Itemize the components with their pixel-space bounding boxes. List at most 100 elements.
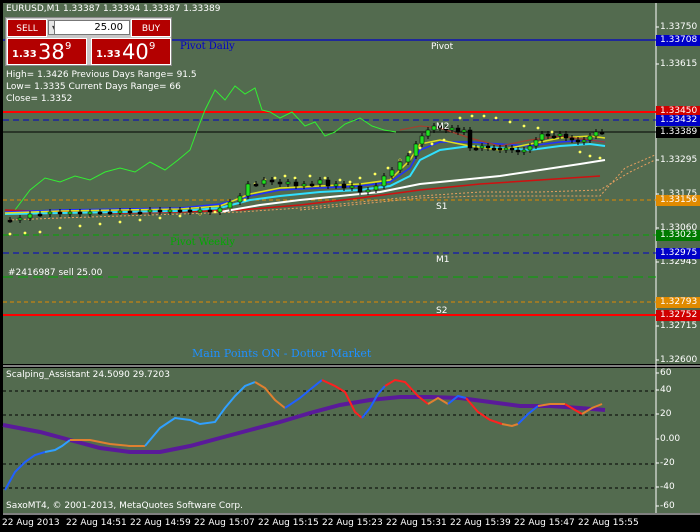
sar-dot	[8, 232, 12, 236]
price-badge-weekly: 1.33023	[656, 230, 700, 241]
time-axis-label: 22 Aug 15:31	[386, 518, 447, 528]
price-badge-s1: 1.33156	[656, 195, 700, 206]
candle-body	[575, 139, 581, 143]
price-badge-pivot: 1.33708	[656, 35, 700, 46]
candle-body	[405, 155, 411, 163]
sar-dot	[482, 114, 486, 118]
sar-dot	[373, 172, 377, 176]
indicator-area	[3, 368, 656, 513]
candle-body	[301, 183, 307, 187]
candle-body	[27, 213, 33, 219]
time-axis-label: 22 Aug 14:51	[66, 518, 127, 528]
buy-price-sup: 9	[149, 41, 156, 52]
sell-button[interactable]: SELL	[7, 19, 47, 37]
candle-body	[261, 179, 267, 185]
candle-body	[587, 135, 593, 141]
sar-dot	[243, 198, 247, 202]
candle-body	[563, 133, 569, 139]
candle-body	[7, 219, 13, 223]
buy-price-big: 40	[122, 40, 149, 64]
candle-body	[245, 183, 251, 197]
candle-body	[227, 201, 233, 209]
buy-price-box[interactable]: 1.33 40 9	[91, 38, 171, 65]
sar-dot	[348, 180, 352, 184]
sar-dot	[23, 231, 27, 235]
sar-dot	[408, 150, 412, 154]
buy-button[interactable]: BUY	[131, 19, 171, 37]
candle-body	[285, 181, 291, 185]
copyright-label: SaxoMT4, © 2001-2013, MetaQuotes Softwar…	[6, 501, 243, 511]
candle-body	[533, 139, 539, 147]
candle-body	[397, 161, 403, 171]
sell-price-box[interactable]: 1.33 38 9	[7, 38, 87, 65]
candle-body	[37, 213, 43, 217]
price-badge-order: 1.32793	[656, 297, 700, 308]
sar-dot	[418, 146, 422, 150]
info-close-line: Close= 1.3352	[6, 94, 73, 104]
sar-dot	[58, 226, 62, 230]
indicator-title: Scalping_Assistant 24.5090 29.7203	[6, 370, 170, 380]
info-high-line: High= 1.3426 Previous Days Range= 91.5	[6, 70, 197, 80]
candle-body	[357, 185, 363, 193]
candle-body	[599, 131, 605, 135]
price-badge-s2: 1.32752	[656, 310, 700, 321]
candle-body	[341, 183, 347, 189]
candle-body	[455, 127, 461, 133]
candle-body	[467, 129, 473, 149]
candle-body	[277, 181, 283, 185]
candle-body	[107, 211, 113, 215]
candle-body	[349, 185, 355, 189]
order-label: #2416987 sell 25.00	[8, 268, 103, 278]
sar-dot	[522, 124, 526, 128]
candle-body	[97, 211, 103, 215]
candle-body	[137, 211, 143, 215]
candle-body	[57, 211, 63, 215]
candle-body	[497, 147, 503, 151]
sar-dot	[78, 224, 82, 228]
candle-body	[207, 209, 213, 213]
sar-dot	[138, 218, 142, 222]
sar-dot	[442, 138, 446, 142]
price-axis-label: 1.32600	[660, 355, 698, 365]
candle-body	[449, 127, 455, 131]
candle-body	[473, 147, 479, 151]
sar-dot	[358, 176, 362, 180]
one-click-trading-panel: SELL ▾ 25.00 BUY 1.33 38 9 1.33 40 9	[5, 17, 172, 66]
candle-body	[177, 209, 183, 213]
sar-dot	[508, 120, 512, 124]
candle-body	[253, 183, 259, 187]
candle-body	[479, 145, 485, 149]
candle-body	[237, 195, 243, 203]
candle-body	[539, 133, 545, 141]
time-axis-label: 22 Aug 15:15	[258, 518, 319, 528]
time-axis-label: 22 Aug 15:47	[514, 518, 575, 528]
sar-dot	[430, 142, 434, 146]
price-badge-m3: 1.33432	[656, 115, 700, 126]
candle-body	[515, 149, 521, 153]
buy-price-small: 1.33	[96, 49, 121, 60]
time-axis-label: 22 Aug 15:39	[450, 518, 511, 528]
candle-body	[217, 207, 223, 213]
candle-body	[77, 211, 83, 215]
sar-dot	[386, 166, 390, 170]
s1-label: S1	[436, 202, 448, 212]
candle-body	[509, 147, 515, 151]
price-axis-label: 1.33615	[660, 59, 698, 69]
sar-dot	[98, 222, 102, 226]
lots-input[interactable]: 25.00	[54, 20, 130, 35]
candle-body	[551, 135, 557, 139]
indicator-axis-label: 20	[660, 409, 672, 419]
sell-price-big: 38	[38, 40, 65, 64]
sar-dot	[578, 150, 582, 154]
time-axis-label: 22 Aug 15:55	[578, 518, 639, 528]
candle-body	[293, 181, 299, 187]
sar-dot	[283, 174, 287, 178]
candle-body	[87, 211, 93, 215]
candle-body	[157, 209, 163, 213]
mt4-chart-window: EURUSD,M1 1.33387 1.33394 1.33387 1.3338…	[0, 0, 700, 532]
pivot-daily-label: Pivot Daily	[180, 41, 235, 52]
candle-body	[389, 169, 395, 177]
sar-dot	[458, 116, 462, 120]
candle-body	[17, 217, 23, 221]
candle-body	[67, 211, 73, 215]
